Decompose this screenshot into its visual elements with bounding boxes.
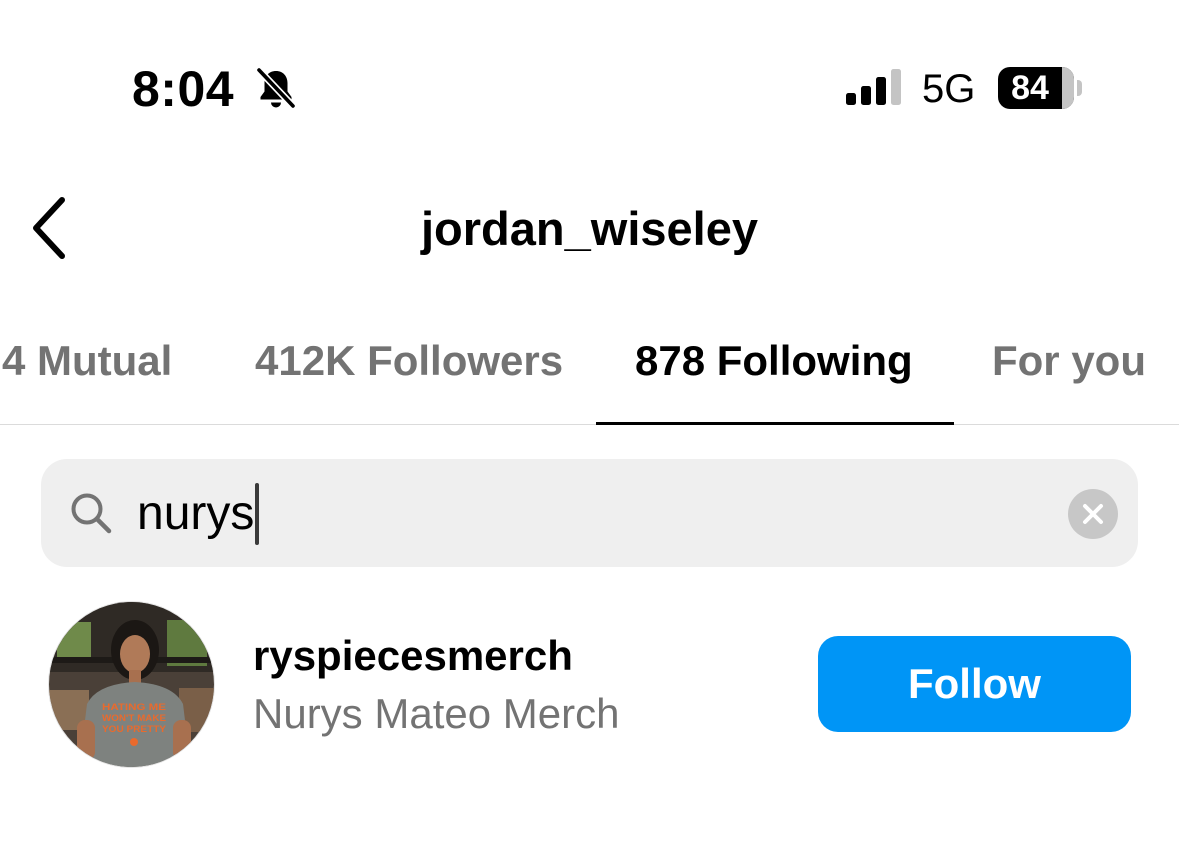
clear-icon: [1083, 504, 1103, 524]
avatar[interactable]: HATING ME WON'T MAKE YOU PRETTY: [48, 601, 215, 768]
search-input-value: nurys: [137, 487, 255, 540]
battery-icon: 84: [998, 67, 1082, 109]
search-input[interactable]: nurys: [137, 483, 260, 545]
search-bar[interactable]: nurys: [41, 459, 1138, 567]
tab-followers[interactable]: 412K Followers: [255, 334, 563, 388]
status-time: 8:04: [132, 61, 235, 117]
tab-for-you[interactable]: For you: [992, 334, 1146, 388]
page-title: jordan_wiseley: [421, 202, 758, 255]
bell-slash-icon: [255, 66, 297, 110]
tab-mutual[interactable]: 4 Mutual: [2, 334, 172, 388]
clear-search-button[interactable]: [1068, 489, 1118, 539]
result-full-name: Nurys Mateo Merch: [253, 690, 620, 737]
network-type: 5G: [922, 67, 976, 111]
tab-following[interactable]: 878 Following: [635, 334, 913, 388]
follow-button[interactable]: Follow: [818, 636, 1131, 732]
tabs-divider: [0, 424, 1179, 425]
text-caret: [255, 483, 260, 545]
active-tab-indicator: [596, 422, 954, 425]
avatar-shirt-text: HATING ME: [102, 702, 166, 712]
avatar-shirt-text-2: WON'T MAKE: [102, 713, 166, 723]
avatar-photo: HATING ME WON'T MAKE YOU PRETTY: [49, 602, 214, 767]
battery-level: 84: [1011, 69, 1049, 107]
search-icon: [71, 493, 112, 534]
cellular-signal-icon: [846, 69, 901, 105]
result-username[interactable]: ryspiecesmerch: [253, 630, 573, 682]
avatar-shirt-text-3: YOU PRETTY: [102, 724, 166, 734]
